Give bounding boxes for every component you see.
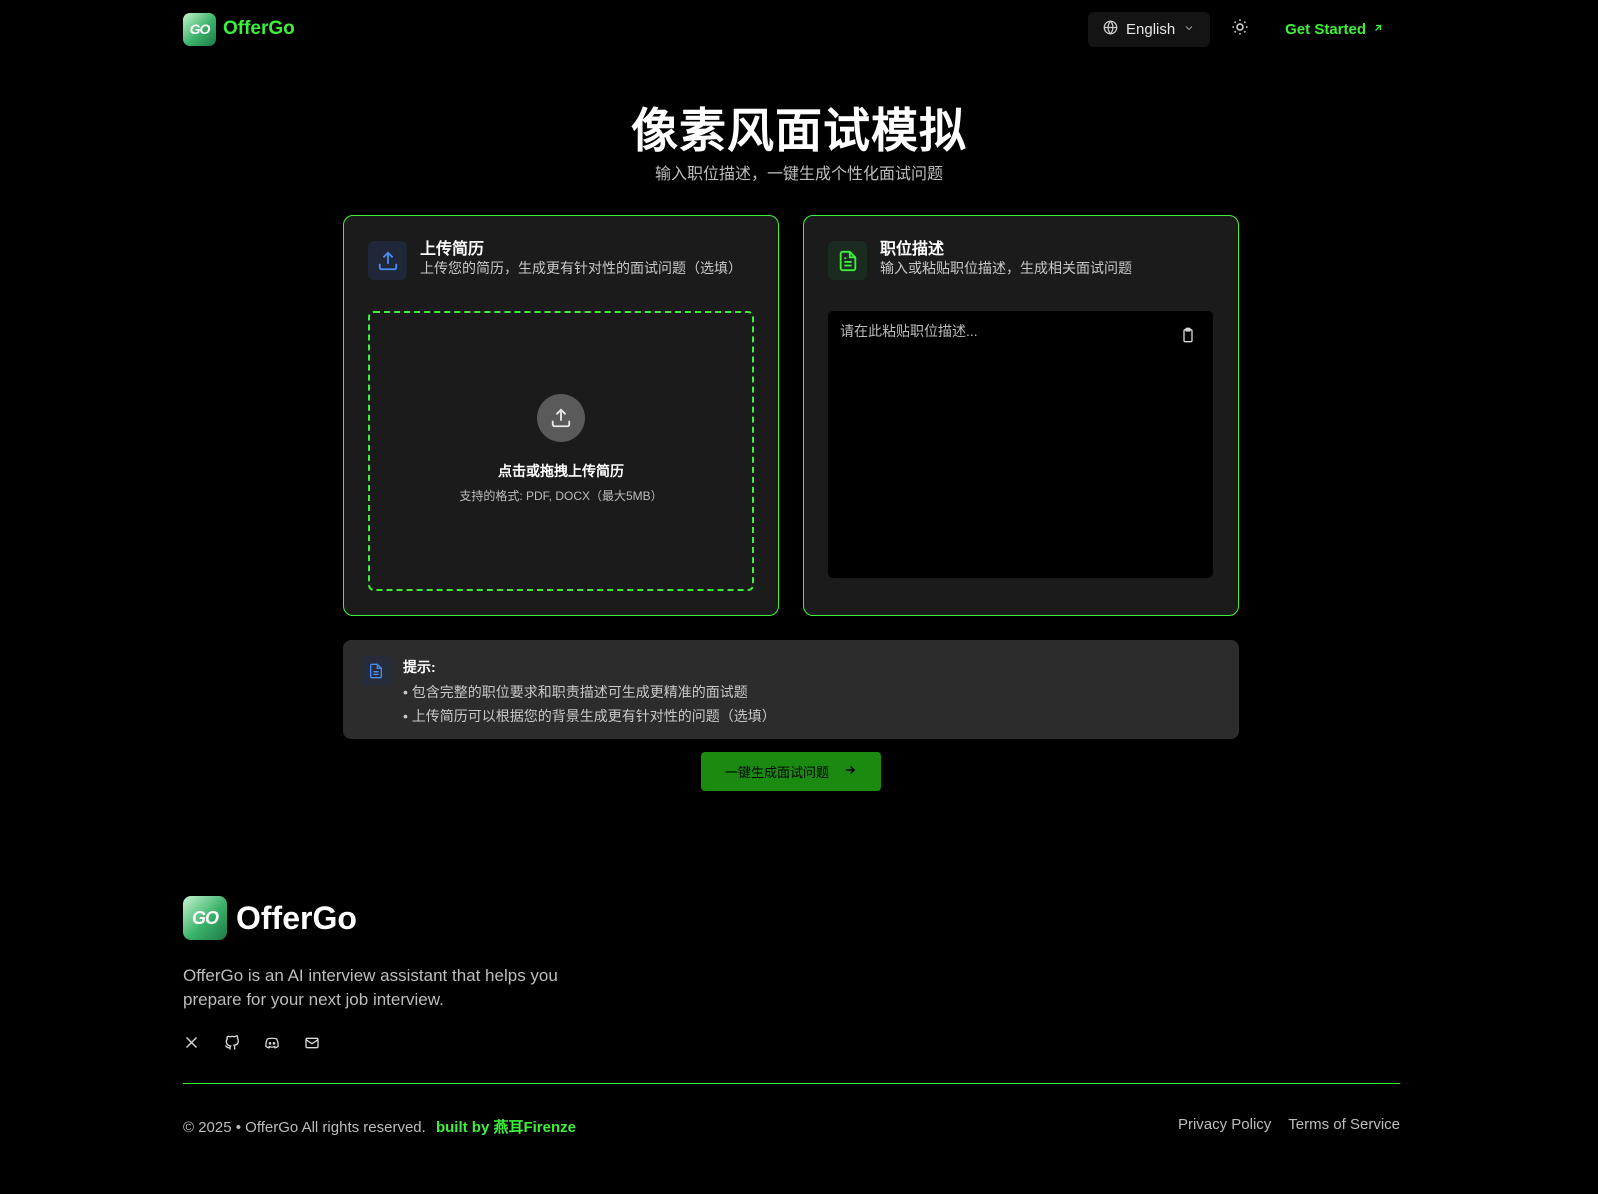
resume-card-header: 上传简历 上传您的简历，生成更有针对性的面试问题（选填）	[368, 241, 742, 280]
footer-links: Privacy Policy Terms of Service	[1178, 1116, 1400, 1133]
footer-description: OfferGo is an AI interview assistant tha…	[183, 966, 558, 1009]
sun-icon	[1231, 18, 1249, 41]
language-label: English	[1126, 20, 1176, 38]
job-description-field-wrapper	[828, 311, 1213, 578]
job-description-card: 职位描述 输入或粘贴职位描述，生成相关面试问题	[803, 215, 1239, 616]
resume-upload-card: 上传简历 上传您的简历，生成更有针对性的面试问题（选填） 点击或拖拽上传简历 支…	[343, 215, 779, 616]
privacy-policy-link[interactable]: Privacy Policy	[1178, 1116, 1271, 1133]
arrow-right-icon	[843, 763, 857, 780]
resume-dropzone[interactable]: 点击或拖拽上传简历 支持的格式: PDF, DOCX（最大5MB）	[368, 311, 754, 591]
globe-icon	[1103, 19, 1118, 39]
job-card-header: 职位描述 输入或粘贴职位描述，生成相关面试问题	[828, 241, 1132, 280]
clipboard-icon[interactable]	[1180, 327, 1196, 348]
footer-logo-icon: GO	[183, 896, 227, 940]
get-started-label: Get Started	[1285, 20, 1366, 38]
dropzone-hint: 支持的格式: PDF, DOCX（最大5MB）	[459, 489, 663, 503]
built-by-link[interactable]: built by 燕耳Firenze	[436, 1119, 576, 1136]
page-title: 像素风面试模拟	[631, 104, 967, 157]
discord-icon[interactable]	[263, 1034, 280, 1051]
chevron-down-icon	[1183, 21, 1195, 38]
tips-panel: 提示: • 包含完整的职位要求和职责描述可生成更精准的面试题 • 上传简历可以根…	[343, 640, 1239, 739]
theme-toggle-button[interactable]	[1220, 12, 1260, 47]
job-card-description: 输入或粘贴职位描述，生成相关面试问题	[880, 260, 1132, 276]
document-icon	[361, 656, 391, 686]
upload-icon	[537, 394, 585, 442]
x-icon[interactable]	[183, 1034, 200, 1051]
footer-brand: GO OfferGo	[183, 896, 357, 940]
footer-copyright: © 2025 • OfferGo All rights reserved. bu…	[183, 1116, 576, 1137]
generate-button-label: 一键生成面试问题	[724, 765, 829, 780]
site-header: GO OfferGo English Get Started	[183, 11, 1400, 47]
tips-title: 提示:	[403, 659, 436, 675]
tips-list: • 包含完整的职位要求和职责描述可生成更精准的面试题 • 上传简历可以根据您的背…	[403, 680, 776, 728]
resume-card-title: 上传简历	[420, 241, 485, 258]
footer-divider	[183, 1083, 1400, 1084]
arrow-up-right-icon	[1372, 21, 1384, 38]
upload-icon	[368, 241, 407, 280]
dropzone-title: 点击或拖拽上传简历	[498, 463, 624, 479]
brand-name: OfferGo	[223, 18, 295, 39]
brand-logo-link[interactable]: GO OfferGo	[183, 12, 295, 46]
job-description-input[interactable]	[828, 311, 1213, 578]
job-card-title: 职位描述	[880, 241, 945, 258]
get-started-link[interactable]: Get Started	[1285, 21, 1384, 38]
copyright-text: © 2025 • OfferGo All rights reserved.	[183, 1119, 426, 1136]
tip-item: • 上传简历可以根据您的背景生成更有针对性的问题（选填）	[403, 708, 776, 724]
tip-item: • 包含完整的职位要求和职责描述可生成更精准的面试题	[403, 684, 748, 700]
footer-brand-name: OfferGo	[236, 899, 357, 936]
header-actions: English Get Started	[1088, 11, 1400, 47]
document-icon	[828, 241, 867, 280]
language-selector[interactable]: English	[1088, 11, 1211, 47]
resume-card-description: 上传您的简历，生成更有针对性的面试问题（选填）	[420, 260, 742, 276]
logo-icon: GO	[183, 12, 216, 46]
generate-questions-button[interactable]: 一键生成面试问题	[701, 752, 881, 791]
terms-of-service-link[interactable]: Terms of Service	[1288, 1116, 1400, 1133]
github-icon[interactable]	[223, 1034, 240, 1051]
mail-icon[interactable]	[303, 1034, 320, 1051]
page-subtitle: 输入职位描述，一键生成个性化面试问题	[654, 166, 943, 183]
social-links	[183, 1034, 320, 1051]
